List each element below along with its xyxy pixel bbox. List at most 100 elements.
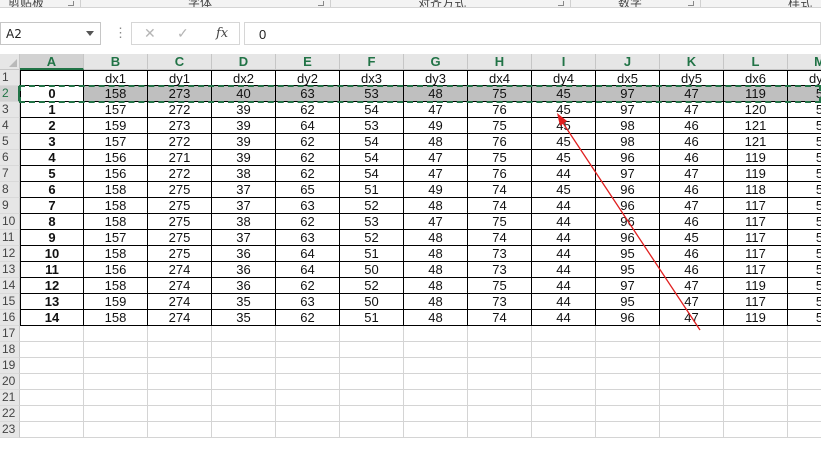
column-label-cell[interactable]: dy6: [788, 70, 821, 86]
row-header[interactable]: 8: [0, 182, 20, 198]
table-cell[interactable]: 37: [212, 182, 276, 198]
table-cell[interactable]: 48: [404, 278, 468, 294]
table-cell[interactable]: 63: [276, 86, 340, 102]
table-cell[interactable]: 51: [340, 182, 404, 198]
column-header-k[interactable]: K: [660, 54, 724, 70]
table-cell[interactable]: 46: [660, 134, 724, 150]
empty-cell[interactable]: [532, 422, 596, 438]
table-cell[interactable]: 275: [148, 246, 212, 262]
row-header[interactable]: 23: [0, 422, 20, 438]
column-header-d[interactable]: D: [212, 54, 276, 70]
table-cell[interactable]: 95: [596, 262, 660, 278]
table-cell[interactable]: 14: [20, 310, 84, 326]
table-cell[interactable]: 95: [596, 294, 660, 310]
column-label-cell[interactable]: dx6: [724, 70, 788, 86]
column-header-g[interactable]: G: [404, 54, 468, 70]
table-cell[interactable]: 44: [532, 310, 596, 326]
table-cell[interactable]: 5: [788, 294, 821, 310]
table-cell[interactable]: 75: [468, 118, 532, 134]
table-cell[interactable]: 44: [532, 214, 596, 230]
column-header-e[interactable]: E: [276, 54, 340, 70]
table-cell[interactable]: 121: [724, 134, 788, 150]
table-cell[interactable]: 275: [148, 230, 212, 246]
table-cell[interactable]: 96: [596, 310, 660, 326]
table-cell[interactable]: 5: [788, 182, 821, 198]
table-cell[interactable]: 52: [340, 278, 404, 294]
table-cell[interactable]: 36: [212, 278, 276, 294]
table-cell[interactable]: 73: [468, 294, 532, 310]
table-cell[interactable]: 158: [84, 182, 148, 198]
table-cell[interactable]: 73: [468, 246, 532, 262]
table-cell[interactable]: 62: [276, 102, 340, 118]
table-cell[interactable]: 117: [724, 262, 788, 278]
table-cell[interactable]: 46: [660, 214, 724, 230]
table-cell[interactable]: 117: [724, 230, 788, 246]
table-cell[interactable]: 119: [724, 150, 788, 166]
empty-cell[interactable]: [84, 326, 148, 342]
empty-cell[interactable]: [468, 326, 532, 342]
empty-cell[interactable]: [660, 406, 724, 422]
row-header[interactable]: 13: [0, 262, 20, 278]
row-header[interactable]: 19: [0, 358, 20, 374]
table-cell[interactable]: 5: [788, 102, 821, 118]
empty-cell[interactable]: [148, 374, 212, 390]
table-cell[interactable]: 38: [212, 166, 276, 182]
empty-cell[interactable]: [596, 358, 660, 374]
table-cell[interactable]: 49: [404, 118, 468, 134]
table-cell[interactable]: 54: [340, 102, 404, 118]
empty-cell[interactable]: [84, 374, 148, 390]
table-cell[interactable]: 75: [468, 278, 532, 294]
table-cell[interactable]: 76: [468, 102, 532, 118]
empty-cell[interactable]: [788, 342, 821, 358]
table-cell[interactable]: 76: [468, 134, 532, 150]
table-cell[interactable]: 53: [340, 118, 404, 134]
table-cell[interactable]: 5: [788, 262, 821, 278]
column-header-b[interactable]: B: [84, 54, 148, 70]
empty-cell[interactable]: [20, 390, 84, 406]
table-cell[interactable]: 74: [468, 182, 532, 198]
empty-cell[interactable]: [340, 422, 404, 438]
empty-cell[interactable]: [532, 374, 596, 390]
table-cell[interactable]: 45: [532, 134, 596, 150]
row-header[interactable]: 10: [0, 214, 20, 230]
table-cell[interactable]: 274: [148, 278, 212, 294]
table-cell[interactable]: 37: [212, 230, 276, 246]
table-cell[interactable]: 64: [276, 262, 340, 278]
dialog-launcher-icon[interactable]: [68, 1, 74, 6]
table-cell[interactable]: 47: [660, 310, 724, 326]
column-header-j[interactable]: J: [596, 54, 660, 70]
table-cell[interactable]: 52: [340, 230, 404, 246]
table-cell[interactable]: 48: [404, 198, 468, 214]
enter-icon[interactable]: ✓: [177, 25, 189, 42]
table-cell[interactable]: 47: [404, 214, 468, 230]
table-cell[interactable]: 119: [724, 166, 788, 182]
table-cell[interactable]: 45: [532, 150, 596, 166]
empty-cell[interactable]: [532, 342, 596, 358]
table-cell[interactable]: 96: [596, 182, 660, 198]
empty-cell[interactable]: [212, 342, 276, 358]
table-cell[interactable]: 62: [276, 310, 340, 326]
table-cell[interactable]: 95: [596, 246, 660, 262]
column-header-c[interactable]: C: [148, 54, 212, 70]
cancel-icon[interactable]: ✕: [144, 25, 156, 42]
empty-cell[interactable]: [660, 326, 724, 342]
table-cell[interactable]: 158: [84, 278, 148, 294]
table-cell[interactable]: 5: [788, 214, 821, 230]
table-cell[interactable]: 47: [660, 102, 724, 118]
table-cell[interactable]: 35: [212, 294, 276, 310]
dialog-launcher-icon[interactable]: [688, 1, 694, 6]
table-cell[interactable]: 7: [20, 198, 84, 214]
table-cell[interactable]: 65: [276, 182, 340, 198]
table-cell[interactable]: 9: [20, 230, 84, 246]
empty-cell[interactable]: [596, 326, 660, 342]
empty-cell[interactable]: [212, 390, 276, 406]
table-cell[interactable]: 46: [660, 246, 724, 262]
table-cell[interactable]: 5: [788, 150, 821, 166]
empty-cell[interactable]: [404, 342, 468, 358]
table-cell[interactable]: 5: [788, 198, 821, 214]
row-header[interactable]: 18: [0, 342, 20, 358]
empty-cell[interactable]: [788, 326, 821, 342]
empty-cell[interactable]: [468, 342, 532, 358]
table-cell[interactable]: 44: [532, 294, 596, 310]
empty-cell[interactable]: [404, 374, 468, 390]
